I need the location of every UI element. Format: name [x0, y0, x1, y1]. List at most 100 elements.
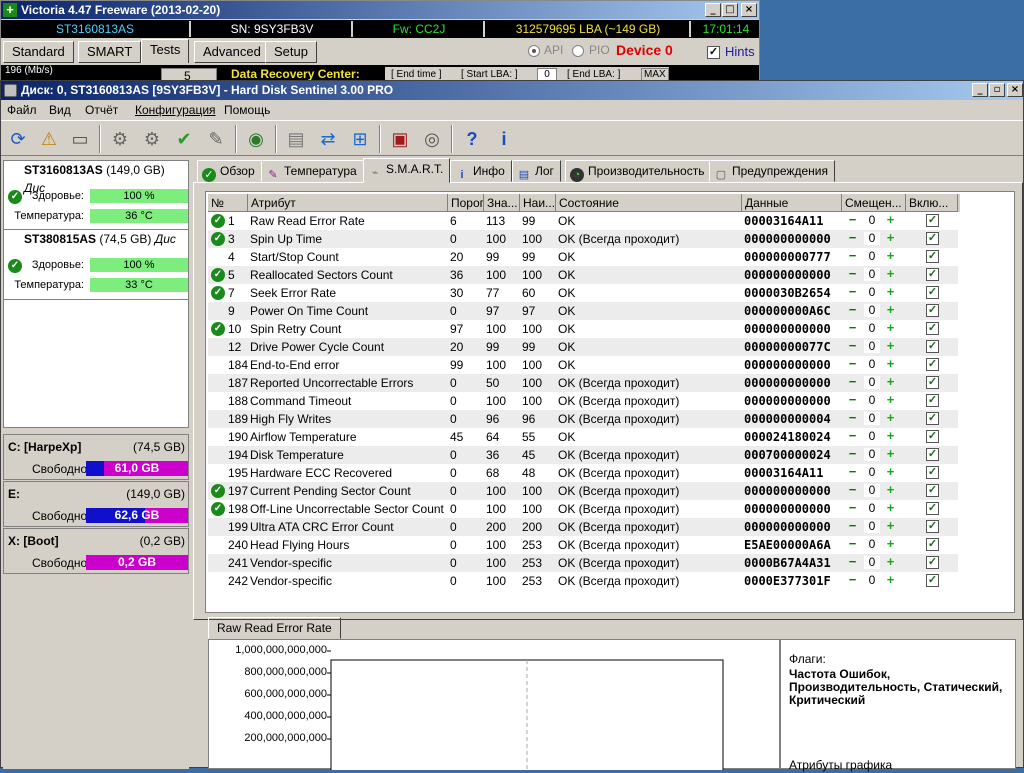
table-row[interactable]: 240 Head Flying Hours 0 100 253 OK (Всегда пр…	[208, 536, 958, 554]
table-row[interactable]: 4 Start/Stop Count 20 99 99 OK 000000000777 −0 +…	[208, 248, 958, 266]
enabled-checkbox[interactable]: ✓	[926, 484, 939, 497]
table-row[interactable]: ✓ 7 Seek Error Rate 30 77 60 OK 0000030B2654−0 +…	[208, 284, 958, 302]
offset-value[interactable]: 0	[864, 466, 880, 479]
offset-value[interactable]: 0	[864, 214, 880, 227]
minimize-button[interactable]: _	[705, 3, 721, 17]
offset-decrease-button[interactable]: −	[846, 483, 859, 497]
offset-decrease-button[interactable]: −	[846, 519, 859, 533]
pio-radio[interactable]	[572, 45, 584, 57]
hds-close-button[interactable]: ×	[1007, 83, 1023, 97]
offset-increase-button[interactable]: +	[884, 267, 897, 281]
tab-overview[interactable]: ✓ Обзор	[197, 160, 262, 182]
menu-help[interactable]: Помощь	[224, 103, 270, 117]
offset-increase-button[interactable]: +	[884, 573, 897, 587]
offset-decrease-button[interactable]: −	[846, 411, 859, 425]
offset-decrease-button[interactable]: −	[846, 501, 859, 515]
enabled-checkbox[interactable]: ✓	[926, 376, 939, 389]
enabled-checkbox[interactable]: ✓	[926, 340, 939, 353]
offset-increase-button[interactable]: +	[884, 375, 897, 389]
table-row[interactable]: 12 Drive Power Cycle Count 20 99 99 OK 0000000…	[208, 338, 958, 356]
offset-decrease-button[interactable]: −	[846, 213, 859, 227]
menu-report[interactable]: Отчёт	[85, 103, 118, 117]
document-icon[interactable]: ▤	[281, 124, 311, 154]
enabled-checkbox[interactable]: ✓	[926, 538, 939, 551]
offset-decrease-button[interactable]: −	[846, 465, 859, 479]
offset-increase-button[interactable]: +	[884, 555, 897, 569]
offset-increase-button[interactable]: +	[884, 393, 897, 407]
offset-value[interactable]: 0	[864, 430, 880, 443]
enabled-checkbox[interactable]: ✓	[926, 556, 939, 569]
enabled-checkbox[interactable]: ✓	[926, 430, 939, 443]
table-row[interactable]: 194 Disk Temperature 0 36 45 OK (Всегда прохо…	[208, 446, 958, 464]
table-row[interactable]: 199 Ultra ATA CRC Error Count 0 200 200 OK (В…	[208, 518, 958, 536]
offset-decrease-button[interactable]: −	[846, 429, 859, 443]
enabled-checkbox[interactable]: ✓	[926, 232, 939, 245]
enabled-checkbox[interactable]: ✓	[926, 358, 939, 371]
offset-decrease-button[interactable]: −	[846, 339, 859, 353]
offset-value[interactable]: 0	[864, 538, 880, 551]
table-row[interactable]: 188 Command Timeout 0 100 100 OK (Всегда прох…	[208, 392, 958, 410]
menu-view[interactable]: Вид	[49, 103, 71, 117]
offset-decrease-button[interactable]: −	[846, 393, 859, 407]
enabled-checkbox[interactable]: ✓	[926, 268, 939, 281]
disk-repair-icon[interactable]: ✎	[201, 124, 231, 154]
offset-value[interactable]: 0	[864, 502, 880, 515]
offset-value[interactable]: 0	[864, 574, 880, 587]
partition-c[interactable]: C: [HarpeXp] (74,5 GB) Свободно 61,0 GB	[3, 434, 189, 480]
offset-value[interactable]: 0	[864, 268, 880, 281]
table-row[interactable]: 184 End-to-End error 99 100 100 OK 00000000000…	[208, 356, 958, 374]
col-value[interactable]: Зна...	[484, 194, 520, 212]
offset-decrease-button[interactable]: −	[846, 447, 859, 461]
offset-value[interactable]: 0	[864, 376, 880, 389]
refresh-icon[interactable]: ⟳	[3, 124, 33, 154]
hints-checkbox[interactable]: ✓	[707, 46, 720, 59]
offset-decrease-button[interactable]: −	[846, 249, 859, 263]
network-icon[interactable]: ⊞	[345, 124, 375, 154]
enabled-checkbox[interactable]: ✓	[926, 304, 939, 317]
col-offset[interactable]: Смещен...	[842, 194, 906, 212]
disk-test-icon[interactable]: ⚙	[105, 124, 135, 154]
offset-value[interactable]: 0	[864, 232, 880, 245]
enabled-checkbox[interactable]: ✓	[926, 214, 939, 227]
enabled-checkbox[interactable]: ✓	[926, 250, 939, 263]
offset-decrease-button[interactable]: −	[846, 573, 859, 587]
offset-decrease-button[interactable]: −	[846, 555, 859, 569]
offset-value[interactable]: 0	[864, 394, 880, 407]
offset-decrease-button[interactable]: −	[846, 537, 859, 551]
offset-decrease-button[interactable]: −	[846, 285, 859, 299]
tab-tests[interactable]: Tests	[141, 39, 190, 63]
help-icon[interactable]: ?	[457, 124, 487, 154]
tab-warnings[interactable]: ▢ Предупреждения	[709, 160, 835, 182]
enabled-checkbox[interactable]: ✓	[926, 448, 939, 461]
offset-value[interactable]: 0	[864, 448, 880, 461]
enabled-checkbox[interactable]: ✓	[926, 322, 939, 335]
enabled-checkbox[interactable]: ✓	[926, 412, 939, 425]
col-id[interactable]: №	[208, 194, 248, 212]
enabled-checkbox[interactable]: ✓	[926, 520, 939, 533]
globe-icon[interactable]: ◉	[241, 124, 271, 154]
disk-tool-icon[interactable]: ⚙	[137, 124, 167, 154]
offset-value[interactable]: 0	[864, 412, 880, 425]
table-row[interactable]: 9 Power On Time Count 0 97 97 OK 000000000A6C −…	[208, 302, 958, 320]
tab-attr-chart[interactable]: Raw Read Error Rate	[208, 617, 341, 639]
partition-x[interactable]: X: [Boot] (0,2 GB) Свободно 0,2 GB	[3, 528, 189, 574]
offset-value[interactable]: 0	[864, 484, 880, 497]
partition-e[interactable]: E: (149,0 GB) Свободно 62,6 GB	[3, 481, 189, 527]
table-row[interactable]: ✓ 5 Reallocated Sectors Count 36 100 100 OK 000…	[208, 266, 958, 284]
enabled-checkbox[interactable]: ✓	[926, 394, 939, 407]
table-row[interactable]: 241 Vendor-specific 0 100 253 OK (Всегда прох…	[208, 554, 958, 572]
offset-value[interactable]: 0	[864, 520, 880, 533]
tab-smart[interactable]: ⌁ S.M.A.R.T.	[363, 158, 451, 183]
enabled-checkbox[interactable]: ✓	[926, 286, 939, 299]
tab-standard[interactable]: Standard	[3, 41, 74, 63]
table-row[interactable]: ✓ 1 Raw Read Error Rate 6 113 99 OK 00003164A11…	[208, 212, 958, 230]
sound-icon[interactable]: ◎	[417, 124, 447, 154]
api-radio[interactable]	[528, 45, 540, 57]
alert-icon[interactable]: ⚠	[34, 124, 64, 154]
enabled-checkbox[interactable]: ✓	[926, 466, 939, 479]
menu-file[interactable]: Файл	[7, 103, 37, 117]
offset-increase-button[interactable]: +	[884, 429, 897, 443]
tab-temperature[interactable]: ✎ Температура	[261, 160, 364, 182]
tab-info[interactable]: i Инфо	[450, 160, 512, 182]
offset-decrease-button[interactable]: −	[846, 321, 859, 335]
